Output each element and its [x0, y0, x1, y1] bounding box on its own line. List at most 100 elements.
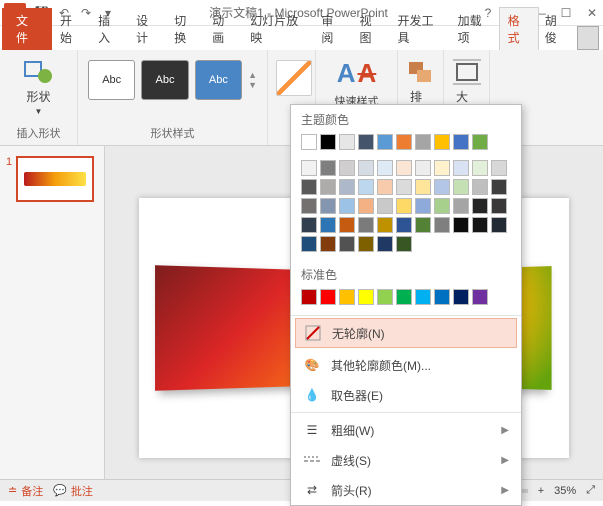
color-swatch[interactable]	[358, 198, 374, 214]
close-icon[interactable]: ✕	[585, 6, 599, 20]
color-swatch[interactable]	[453, 198, 469, 214]
color-swatch[interactable]	[415, 134, 431, 150]
color-swatch[interactable]	[491, 198, 507, 214]
tab-home[interactable]: 开始	[52, 8, 90, 50]
color-swatch[interactable]	[396, 179, 412, 195]
eyedropper-item[interactable]: 💧 取色器(E)	[291, 380, 521, 410]
dashes-item[interactable]: 虚线(S) ▶	[291, 445, 521, 475]
color-swatch[interactable]	[377, 198, 393, 214]
color-swatch[interactable]	[396, 134, 412, 150]
color-swatch[interactable]	[396, 198, 412, 214]
color-swatch[interactable]	[415, 179, 431, 195]
color-swatch[interactable]	[320, 198, 336, 214]
color-swatch[interactable]	[453, 289, 469, 305]
tab-insert[interactable]: 插入	[90, 8, 128, 50]
color-swatch[interactable]	[358, 179, 374, 195]
user-name[interactable]: 胡俊	[539, 8, 573, 50]
color-swatch[interactable]	[301, 236, 317, 252]
style-swatch-1[interactable]: Abc	[88, 60, 135, 100]
tab-addins[interactable]: 加载项	[450, 8, 499, 50]
color-swatch[interactable]	[434, 134, 450, 150]
color-swatch[interactable]	[415, 198, 431, 214]
file-tab[interactable]: 文件	[2, 8, 52, 50]
color-swatch[interactable]	[377, 160, 393, 176]
color-swatch[interactable]	[301, 289, 317, 305]
color-swatch[interactable]	[396, 236, 412, 252]
color-swatch[interactable]	[453, 160, 469, 176]
color-swatch[interactable]	[320, 289, 336, 305]
color-swatch[interactable]	[358, 217, 374, 233]
comments-button[interactable]: 💬 批注	[53, 483, 93, 499]
wordart-fill-icon[interactable]: A	[337, 58, 356, 89]
color-swatch[interactable]	[339, 160, 355, 176]
tab-view[interactable]: 视图	[351, 8, 389, 50]
tab-animations[interactable]: 动画	[204, 8, 242, 50]
color-swatch[interactable]	[472, 289, 488, 305]
color-swatch[interactable]	[491, 179, 507, 195]
color-swatch[interactable]	[453, 217, 469, 233]
shapes-button[interactable]: 形状 ▼	[8, 54, 69, 120]
color-swatch[interactable]	[339, 289, 355, 305]
color-swatch[interactable]	[434, 198, 450, 214]
notes-button[interactable]: ≐ 备注	[8, 483, 43, 499]
color-swatch[interactable]	[396, 217, 412, 233]
color-swatch[interactable]	[472, 179, 488, 195]
color-swatch[interactable]	[301, 134, 317, 150]
color-swatch[interactable]	[358, 289, 374, 305]
color-swatch[interactable]	[339, 134, 355, 150]
slide-thumbnail-1[interactable]	[16, 156, 94, 202]
color-swatch[interactable]	[339, 236, 355, 252]
color-swatch[interactable]	[301, 179, 317, 195]
more-colors-item[interactable]: 🎨 其他轮廓颜色(M)...	[291, 350, 521, 380]
zoom-in-button[interactable]: +	[538, 485, 544, 497]
tab-format[interactable]: 格式	[499, 7, 539, 50]
color-swatch[interactable]	[377, 217, 393, 233]
avatar[interactable]	[577, 26, 599, 50]
color-swatch[interactable]	[472, 160, 488, 176]
color-swatch[interactable]	[472, 198, 488, 214]
fit-window-button[interactable]: ⤢	[586, 484, 595, 497]
color-swatch[interactable]	[377, 179, 393, 195]
color-swatch[interactable]	[377, 134, 393, 150]
color-swatch[interactable]	[415, 289, 431, 305]
color-swatch[interactable]	[453, 134, 469, 150]
color-swatch[interactable]	[434, 289, 450, 305]
color-swatch[interactable]	[301, 198, 317, 214]
color-swatch[interactable]	[339, 217, 355, 233]
style-swatch-3[interactable]: Abc	[195, 60, 242, 100]
color-swatch[interactable]	[434, 179, 450, 195]
tab-developer[interactable]: 开发工具	[389, 8, 449, 50]
gallery-more-icon[interactable]: ▲▼	[248, 70, 257, 90]
zoom-value[interactable]: 35%	[554, 485, 576, 497]
color-swatch[interactable]	[358, 160, 374, 176]
no-outline-item[interactable]: 无轮廓(N)	[295, 318, 517, 348]
color-swatch[interactable]	[320, 160, 336, 176]
style-swatch-2[interactable]: Abc	[141, 60, 188, 100]
color-swatch[interactable]	[396, 160, 412, 176]
color-swatch[interactable]	[339, 198, 355, 214]
color-swatch[interactable]	[491, 160, 507, 176]
color-swatch[interactable]	[415, 160, 431, 176]
color-swatch[interactable]	[396, 289, 412, 305]
color-swatch[interactable]	[301, 217, 317, 233]
color-swatch[interactable]	[377, 236, 393, 252]
tab-review[interactable]: 审阅	[313, 8, 351, 50]
thumbnail-pane[interactable]: 1	[0, 146, 105, 479]
color-swatch[interactable]	[320, 134, 336, 150]
color-swatch[interactable]	[358, 236, 374, 252]
tab-transitions[interactable]: 切换	[166, 8, 204, 50]
color-swatch[interactable]	[434, 217, 450, 233]
shape-outline-button[interactable]	[276, 60, 312, 96]
color-swatch[interactable]	[358, 134, 374, 150]
color-swatch[interactable]	[453, 179, 469, 195]
color-swatch[interactable]	[320, 236, 336, 252]
color-swatch[interactable]	[472, 217, 488, 233]
color-swatch[interactable]	[472, 134, 488, 150]
color-swatch[interactable]	[434, 160, 450, 176]
color-swatch[interactable]	[301, 160, 317, 176]
tab-design[interactable]: 设计	[128, 8, 166, 50]
color-swatch[interactable]	[339, 179, 355, 195]
wordart-outline-icon[interactable]: A	[358, 58, 377, 89]
color-swatch[interactable]	[491, 217, 507, 233]
color-swatch[interactable]	[377, 289, 393, 305]
